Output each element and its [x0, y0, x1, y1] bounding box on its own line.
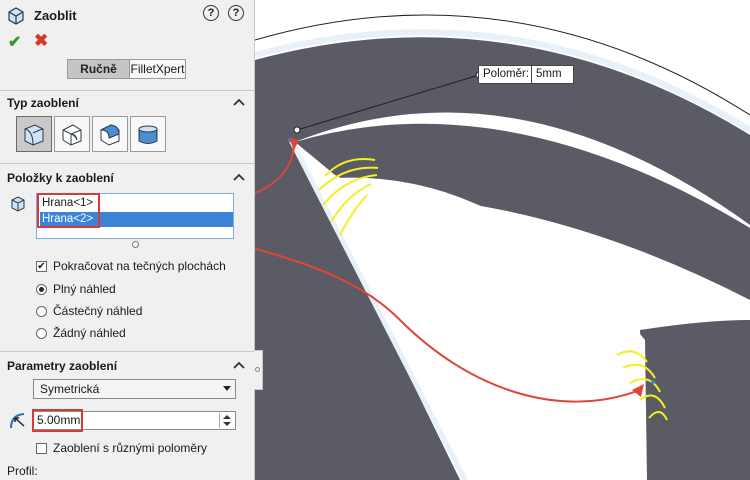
fillet-method-select[interactable]: Symetrická: [33, 379, 236, 399]
constant-radius-fillet-icon: [24, 124, 44, 146]
section-divider: [0, 351, 254, 352]
radius-spinner[interactable]: [219, 413, 234, 428]
highlight-box-edges: [37, 193, 100, 228]
edge-point-2: [651, 380, 655, 384]
profile-row: Profil:: [7, 464, 38, 478]
radius-icon: [10, 413, 25, 429]
section-divider: [0, 163, 254, 164]
fillet-method-value: Symetrická: [40, 382, 100, 396]
part-right-band[interactable]: [640, 320, 750, 480]
section-divider: [0, 90, 254, 91]
radius-callout-label: Poloměr:: [483, 68, 530, 80]
fillet-type-constant-button[interactable]: [16, 116, 52, 152]
fillet-feature-icon: [8, 7, 24, 25]
feature-title: Zaoblit: [6, 4, 77, 26]
page-title: Zaoblit: [34, 7, 77, 23]
preview-full-radio[interactable]: [36, 283, 47, 295]
chevron-down-icon: [223, 386, 231, 391]
multi-radius-checkbox[interactable]: [36, 442, 47, 454]
multi-radius-option[interactable]: Zaoblení s různými poloměry: [36, 441, 207, 455]
preview-partial-option[interactable]: Částečný náhled: [36, 304, 142, 318]
edge-selection-icon: [11, 196, 25, 212]
callout-anchor: [293, 126, 301, 134]
chevron-up-icon[interactable]: [233, 361, 245, 369]
preview-full-option[interactable]: Plný náhled: [36, 282, 116, 296]
full-round-fillet-icon: [138, 125, 158, 144]
list-resize-handle[interactable]: [132, 241, 139, 248]
tab-filletxpert[interactable]: FilletXpert: [130, 59, 186, 79]
section-title-items[interactable]: Položky k zaoblení: [7, 171, 114, 185]
fillet-type-variable-button[interactable]: [54, 116, 90, 152]
radius-callout[interactable]: Poloměr: 5mm: [478, 65, 574, 84]
ok-button[interactable]: ✔: [8, 32, 21, 52]
face-fillet-icon: [100, 124, 120, 146]
profile-label: Profil:: [7, 464, 38, 478]
preview-none-option[interactable]: Žádný náhled: [36, 326, 126, 340]
tangent-propagation-checkbox[interactable]: ✔: [36, 260, 47, 272]
preview-partial-label: Částečný náhled: [53, 304, 143, 318]
fillet-type-face-button[interactable]: [92, 116, 128, 152]
chevron-up-icon[interactable]: [233, 98, 245, 106]
preview-partial-radio[interactable]: [36, 305, 47, 317]
chevron-up-icon[interactable]: [233, 173, 245, 181]
preview-full-label: Plný náhled: [53, 282, 116, 296]
edge-point-1: [288, 138, 292, 142]
help-icon[interactable]: ?: [228, 5, 244, 21]
radius-callout-divider: [531, 66, 532, 83]
tangent-propagation-option[interactable]: ✔ Pokračovat na tečných plochách: [36, 259, 226, 273]
mode-tabs: Ručně FilletXpert: [67, 59, 186, 79]
help-flag-icon[interactable]: ?: [203, 5, 219, 21]
highlight-box-radius: [32, 409, 83, 432]
radius-callout-value[interactable]: 5mm: [536, 68, 562, 80]
tangent-propagation-label: Pokračovat na tečných plochách: [53, 259, 226, 273]
variable-radius-fillet-icon: [62, 124, 82, 146]
section-title-fillet-type[interactable]: Typ zaoblení: [7, 96, 79, 110]
multi-radius-label: Zaoblení s různými poloměry: [53, 441, 208, 455]
preview-none-radio[interactable]: [36, 327, 47, 339]
preview-none-label: Žádný náhled: [53, 326, 126, 340]
cancel-button[interactable]: ✖: [34, 31, 48, 51]
section-title-params[interactable]: Parametry zaoblení: [7, 359, 117, 373]
panel-collapse-handle[interactable]: [254, 350, 263, 390]
tab-manual[interactable]: Ručně: [67, 59, 130, 79]
property-manager-panel: Zaoblit ? ? ✔ ✖ Ručně FilletXpert Typ za…: [0, 0, 255, 480]
fillet-type-full-round-button[interactable]: [130, 116, 166, 152]
